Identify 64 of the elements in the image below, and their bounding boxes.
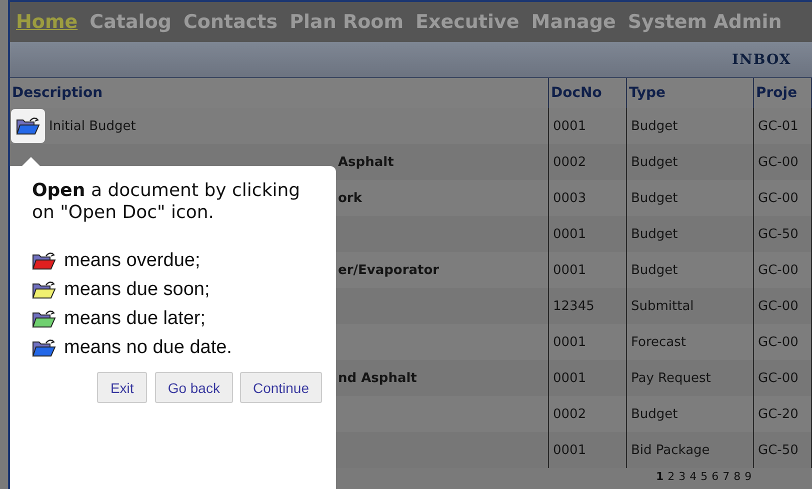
legend-text: means overdue; — [64, 250, 200, 272]
table-cell: nd Asphalt — [338, 370, 417, 386]
nav-link[interactable]: Catalog — [90, 11, 172, 33]
tour-button[interactable]: Continue — [240, 372, 322, 403]
table-cell: Asphalt — [338, 154, 394, 170]
table-cell: Pay Request — [631, 370, 711, 386]
table-cell: GC-00 — [758, 334, 798, 350]
page-link[interactable]: 3 — [678, 470, 686, 482]
tour-button[interactable]: Exit — [97, 372, 147, 403]
table-row[interactable]: Initial Budget 0001 Budget GC-01 — [10, 108, 812, 144]
legend-text: means no due date. — [64, 336, 232, 358]
table-cell: GC-01 — [758, 118, 798, 134]
nav-link[interactable]: System Admin — [628, 11, 782, 33]
table-cell: 0001 — [553, 334, 586, 350]
page-link[interactable]: 2 — [668, 470, 675, 482]
table-cell: Budget — [631, 118, 678, 134]
table-cell: Initial Budget — [49, 118, 136, 134]
table-cell: Budget — [631, 190, 678, 206]
page-link[interactable]: 7 — [722, 470, 730, 482]
tour-button[interactable]: Go back — [154, 372, 233, 403]
table-cell: GC-00 — [758, 154, 798, 170]
open-folder-icon — [16, 116, 40, 136]
page-link[interactable]: 4 — [690, 470, 697, 482]
table-cell: 0001 — [553, 118, 586, 134]
table-cell: er/Evaporator — [338, 262, 440, 278]
page-link[interactable]: 6 — [712, 470, 719, 482]
table-cell: Budget — [631, 154, 678, 170]
nav-link[interactable]: Home — [16, 11, 78, 33]
table-cell: 0001 — [553, 442, 586, 458]
table-cell: Budget — [631, 262, 678, 278]
page-link[interactable]: 5 — [700, 470, 708, 482]
table-cell: 12345 — [553, 298, 594, 314]
table-cell: Bid Package — [631, 442, 710, 458]
table-cell: 0001 — [553, 262, 586, 278]
column-header[interactable]: DocNo — [549, 78, 627, 108]
page-link[interactable]: 1 — [656, 470, 664, 482]
table-cell: 0002 — [553, 406, 586, 422]
column-header[interactable]: Proje — [754, 78, 812, 108]
nav-link[interactable]: Plan Room — [290, 11, 404, 33]
table-cell: Forecast — [631, 334, 686, 350]
nav-link[interactable]: Executive — [416, 11, 520, 33]
table-cell: Budget — [631, 406, 678, 422]
column-header[interactable]: Type — [627, 78, 754, 108]
table-cell: 0001 — [553, 226, 586, 242]
table-cell: GC-00 — [758, 190, 798, 206]
table-cell: GC-00 — [758, 370, 798, 386]
table-cell: GC-00 — [758, 262, 798, 278]
page-link[interactable]: 9 — [744, 470, 752, 482]
column-header[interactable]: Description — [10, 78, 549, 108]
table-cell: GC-00 — [758, 298, 798, 314]
table-cell: GC-50 — [758, 226, 798, 242]
table-title: INBOX — [732, 52, 792, 68]
table-cell: 0001 — [553, 370, 586, 386]
table-cell: GC-50 — [758, 442, 798, 458]
table-cell: Submittal — [631, 298, 694, 314]
table-cell: 0003 — [553, 190, 586, 206]
table-cell: GC-20 — [758, 406, 798, 422]
page-link[interactable]: 8 — [734, 470, 741, 482]
nav-link[interactable]: Manage — [531, 11, 616, 33]
table-cell: ork — [338, 190, 362, 206]
nav-link[interactable]: Contacts — [183, 11, 278, 33]
table-cell: Budget — [631, 226, 678, 242]
table-cell: 0002 — [553, 154, 586, 170]
highlighted-icon-box[interactable] — [11, 109, 45, 143]
